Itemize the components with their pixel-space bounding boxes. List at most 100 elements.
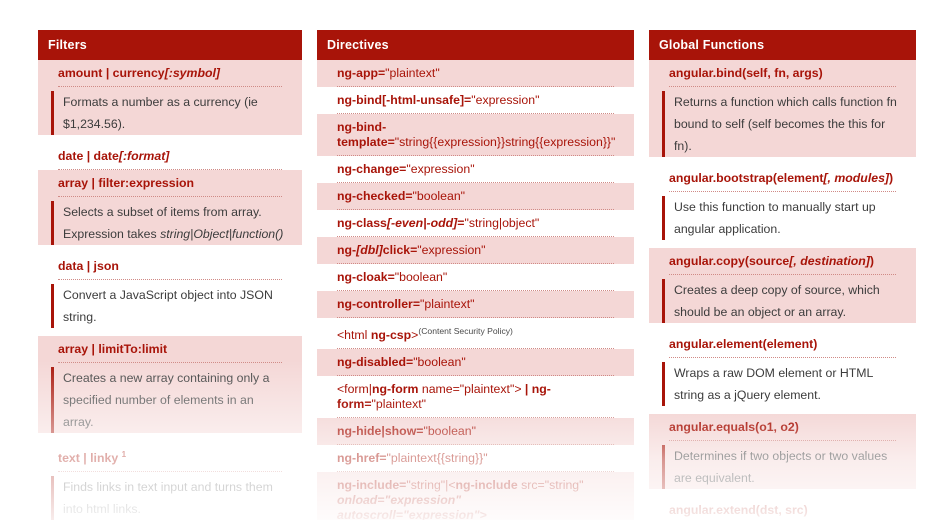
cheatsheet-entry[interactable]: ng-disabled="boolean"	[317, 349, 634, 377]
entry-term-wrap: amount | currency[:symbol]	[38, 60, 302, 87]
cheatsheet-entry[interactable]: ng-app="plaintext"	[317, 60, 634, 87]
entry-term[interactable]: date | date[:format]	[58, 143, 282, 170]
cheatsheet-entry[interactable]: angular.bootstrap(element[, modules]) Use…	[649, 165, 916, 240]
cheatsheet-entry[interactable]: ng-hide|show="boolean"	[317, 418, 634, 446]
entry-term-wrap: angular.extend(dst, src)	[649, 497, 916, 520]
entry-term[interactable]: ng-bind[-html-unsafe]="expression"	[337, 87, 614, 114]
entry-term[interactable]: array | limitTo:limit	[58, 336, 282, 363]
entry-term-wrap: ng-disabled="boolean"	[317, 349, 634, 377]
cheatsheet-entry[interactable]: <form|ng-form name="plaintext"> | ng-for…	[317, 376, 634, 419]
entry-description: Convert a JavaScript object into JSON st…	[51, 284, 292, 328]
cheatsheet-entry[interactable]: array | limitTo:limit Creates a new array…	[38, 336, 302, 433]
entry-term-wrap: text | linky 1	[38, 441, 302, 473]
entry-term-wrap: ng-bind-template="string{{expression}}st…	[317, 114, 634, 156]
cheatsheet-entry[interactable]: ng-include="string"|<ng-include src="str…	[317, 472, 634, 520]
entry-term-wrap: ng-change="expression"	[317, 156, 634, 183]
entry-description: Returns a function which calls function …	[662, 91, 906, 157]
entry-term[interactable]: ng-include="string"|<ng-include src="str…	[337, 472, 614, 520]
entry-term-wrap: angular.bootstrap(element[, modules])	[649, 165, 916, 192]
cheatsheet-entry[interactable]: ng-checked="boolean"	[317, 183, 634, 210]
entry-term-wrap: ng-class[-even|-odd]="string|object"	[317, 210, 634, 237]
entry-description: Finds links in text input and turns them…	[51, 476, 292, 520]
column-header-directives: Directives	[317, 30, 634, 60]
entry-list-global-functions: angular.bind(self, fn, args) Returns a fu…	[649, 60, 916, 520]
cheatsheet-entry[interactable]: ng-class[-even|-odd]="string|object"	[317, 210, 634, 237]
cheatsheet-entry[interactable]: array | filter:expression Selects a subse…	[38, 170, 302, 245]
entry-term[interactable]: data | json	[58, 253, 282, 280]
entry-term[interactable]: array | filter:expression	[58, 170, 282, 197]
entry-description: Wraps a raw DOM element or HTML string a…	[662, 362, 906, 406]
entry-term[interactable]: angular.element(element)	[669, 331, 896, 358]
column-global-functions: Global Functions angular.bind(self, fn, …	[649, 30, 916, 520]
entry-term[interactable]: <form|ng-form name="plaintext"> | ng-for…	[337, 376, 614, 419]
entry-term[interactable]: ng-checked="boolean"	[337, 183, 614, 210]
cheatsheet-entry[interactable]: ng-change="expression"	[317, 156, 634, 183]
entry-term[interactable]: ng-controller="plaintext"	[337, 291, 614, 318]
column-header-filters: Filters	[38, 30, 302, 60]
entry-term-wrap: angular.element(element)	[649, 331, 916, 358]
entry-term-wrap: ng-[dbl]click="expression"	[317, 237, 634, 264]
cheatsheet-entry[interactable]: ng-controller="plaintext"	[317, 291, 634, 318]
entry-term-wrap: data | json	[38, 253, 302, 280]
entry-description: Determines if two objects or two values …	[662, 445, 906, 489]
entry-term[interactable]: ng-class[-even|-odd]="string|object"	[337, 210, 614, 237]
entry-term[interactable]: angular.bind(self, fn, args)	[669, 60, 896, 87]
entry-term[interactable]: ng-disabled="boolean"	[337, 349, 614, 377]
entry-term-wrap: ng-include="string"|<ng-include src="str…	[317, 472, 634, 520]
entry-term-wrap: angular.equals(o1, o2)	[649, 414, 916, 441]
entry-description: Creates a deep copy of source, which sho…	[662, 279, 906, 323]
entry-description: Creates a new array containing only a sp…	[51, 367, 292, 433]
entry-term[interactable]: text | linky 1	[58, 441, 282, 473]
cheatsheet-entry[interactable]: ng-bind-template="string{{expression}}st…	[317, 114, 634, 156]
cheatsheet-entry[interactable]: <html ng-csp>(Content Security Policy)	[317, 318, 634, 350]
entry-term[interactable]: ng-app="plaintext"	[337, 60, 614, 87]
entry-term-wrap: angular.bind(self, fn, args)	[649, 60, 916, 87]
cheatsheet-entry[interactable]: ng-cloak="boolean"	[317, 264, 634, 291]
entry-term-wrap: ng-app="plaintext"	[317, 60, 634, 87]
entry-term[interactable]: amount | currency[:symbol]	[58, 60, 282, 87]
cheatsheet-entry[interactable]: angular.extend(dst, src)Extends the dest…	[649, 497, 916, 520]
entry-term[interactable]: ng-href="plaintext{{string}}"	[337, 445, 614, 473]
entry-term-wrap: ng-controller="plaintext"	[317, 291, 634, 318]
entry-term[interactable]: ng-change="expression"	[337, 156, 614, 183]
entry-term[interactable]: ng-bind-template="string{{expression}}st…	[337, 114, 615, 156]
column-directives: Directives ng-app="plaintext" ng-bind[-ht…	[317, 30, 634, 520]
entry-term[interactable]: ng-hide|show="boolean"	[337, 418, 614, 446]
entry-term-wrap: date | date[:format]	[38, 143, 302, 170]
entry-term[interactable]: angular.equals(o1, o2)	[669, 414, 896, 441]
entry-list-filters: amount | currency[:symbol] Formats a numb…	[38, 60, 302, 520]
cheatsheet-entry[interactable]: ng-bind[-html-unsafe]="expression"	[317, 87, 634, 114]
cheatsheet-entry[interactable]: angular.copy(source[, destination]) Creat…	[649, 248, 916, 323]
entry-description: Use this function to manually start up a…	[662, 196, 906, 240]
entry-term-wrap: ng-href="plaintext{{string}}"	[317, 445, 634, 473]
column-header-global-functions: Global Functions	[649, 30, 916, 60]
entry-term-wrap: array | filter:expression	[38, 170, 302, 197]
cheatsheet-entry[interactable]: text | linky 1 Finds links in text input …	[38, 441, 302, 520]
entry-description: Selects a subset of items from array. Ex…	[51, 201, 292, 245]
entry-term[interactable]: ng-[dbl]click="expression"	[337, 237, 614, 264]
entry-term-wrap: array | limitTo:limit	[38, 336, 302, 363]
entry-term[interactable]: ng-cloak="boolean"	[337, 264, 614, 291]
entry-term-wrap: <form|ng-form name="plaintext"> | ng-for…	[317, 376, 634, 419]
cheatsheet-entry[interactable]: angular.element(element) Wraps a raw DOM …	[649, 331, 916, 406]
entry-term-wrap: ng-bind[-html-unsafe]="expression"	[317, 87, 634, 114]
entry-term[interactable]: angular.copy(source[, destination])	[669, 248, 896, 275]
entry-term[interactable]: angular.extend(dst, src)	[669, 497, 896, 520]
cheatsheet-entry[interactable]: ng-href="plaintext{{string}}"	[317, 445, 634, 473]
cheatsheet-entry[interactable]: amount | currency[:symbol] Formats a numb…	[38, 60, 302, 135]
cheatsheet-entry[interactable]: angular.bind(self, fn, args) Returns a fu…	[649, 60, 916, 157]
cheatsheet-entry[interactable]: ng-[dbl]click="expression"	[317, 237, 634, 264]
entry-term-wrap: ng-hide|show="boolean"	[317, 418, 634, 446]
entry-term-wrap: ng-checked="boolean"	[317, 183, 634, 210]
cheatsheet-entry[interactable]: data | json Convert a JavaScript object i…	[38, 253, 302, 328]
entry-term-wrap: angular.copy(source[, destination])	[649, 248, 916, 275]
cheatsheet-entry[interactable]: date | date[:format]	[38, 143, 302, 170]
cheatsheet-page: Filters amount | currency[:symbol] Format…	[0, 0, 941, 520]
entry-term[interactable]: <html ng-csp>(Content Security Policy)	[337, 318, 614, 350]
cheatsheet-entry[interactable]: angular.equals(o1, o2) Determines if two …	[649, 414, 916, 489]
entry-term-wrap: ng-cloak="boolean"	[317, 264, 634, 291]
entry-description: Formats a number as a currency (ie $1,23…	[51, 91, 292, 135]
entry-term-wrap: <html ng-csp>(Content Security Policy)	[317, 318, 634, 350]
entry-term[interactable]: angular.bootstrap(element[, modules])	[669, 165, 896, 192]
entry-list-directives: ng-app="plaintext" ng-bind[-html-unsafe]=…	[317, 60, 634, 520]
